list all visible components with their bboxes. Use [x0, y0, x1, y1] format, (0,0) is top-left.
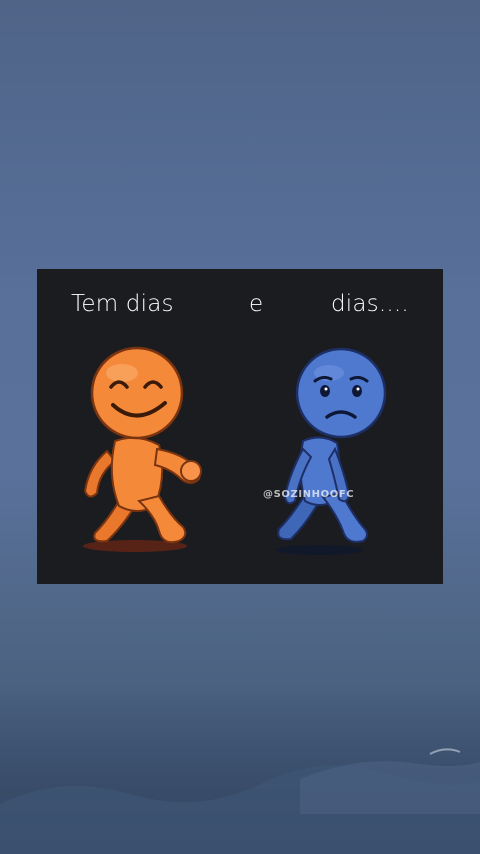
happy-figure: [83, 346, 202, 552]
meme-image: Tem dias e dias.... @SOZINHOOFC: [37, 269, 443, 584]
caption-right: dias....: [331, 291, 409, 317]
watermark: @SOZINHOOFC: [263, 489, 355, 500]
caption-middle: e: [249, 291, 264, 317]
caption-left: Tem dias: [71, 291, 174, 317]
background-haze: [0, 684, 480, 854]
sad-figure: [275, 347, 387, 555]
background-clouds: [0, 748, 480, 854]
